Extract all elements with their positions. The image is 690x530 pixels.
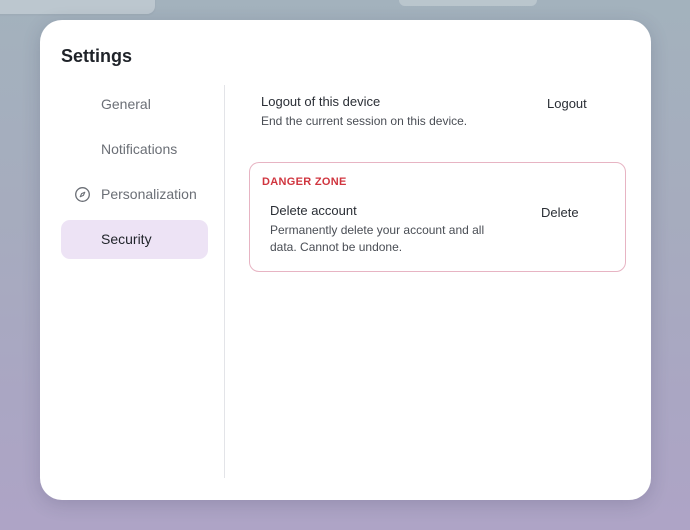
nav-item-label: Personalization (101, 186, 197, 202)
delete-account-description: Permanently delete your account and all … (270, 223, 485, 254)
settings-dialog: Settings General Notifications Personali… (40, 20, 651, 500)
settings-nav: General Notifications Personalization Se… (61, 85, 208, 265)
dialog-title: Settings (61, 46, 133, 66)
logout-button[interactable]: Logout (547, 96, 587, 111)
nav-divider (224, 85, 225, 478)
logout-title: Logout of this device (261, 94, 381, 109)
compass-icon (74, 186, 91, 203)
delete-account-title: Delete account (270, 203, 357, 218)
danger-zone: DANGER ZONE Delete account Permanently d… (249, 162, 626, 272)
nav-item-security[interactable]: Security (61, 220, 208, 259)
background-window-tab (399, 0, 537, 6)
background-window-tab (0, 0, 155, 14)
danger-zone-heading: DANGER ZONE (262, 176, 347, 188)
nav-item-general[interactable]: General (61, 85, 208, 124)
nav-item-personalization[interactable]: Personalization (61, 175, 208, 214)
nav-item-label: Notifications (101, 141, 178, 157)
nav-item-notifications[interactable]: Notifications (61, 130, 208, 169)
delete-account-button[interactable]: Delete (541, 205, 579, 220)
nav-item-label: Security (101, 231, 152, 247)
logout-description: End the current session on this device. (261, 114, 468, 128)
nav-item-label: General (101, 96, 151, 112)
